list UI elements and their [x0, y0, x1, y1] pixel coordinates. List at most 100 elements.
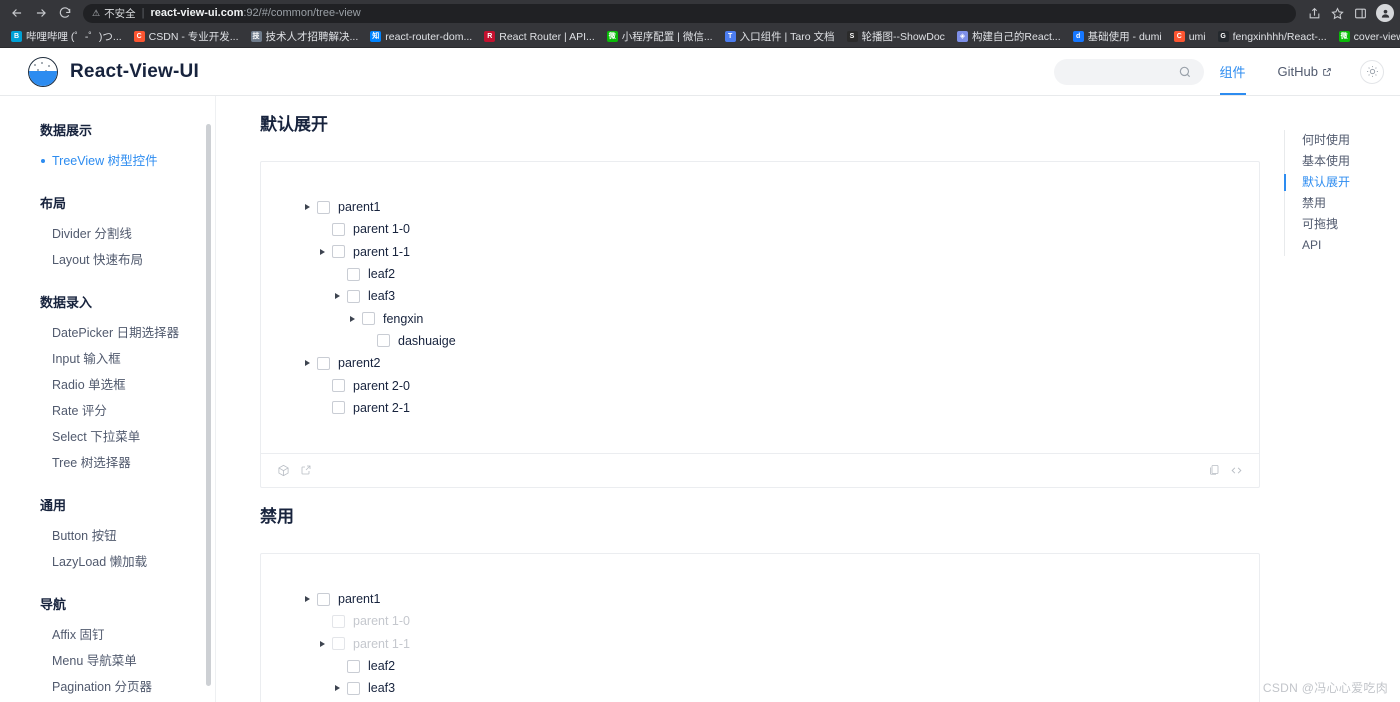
tree-node[interactable]: fengxin — [301, 307, 1259, 329]
nav-link-components[interactable]: 组件 — [1204, 48, 1262, 95]
tree-node[interactable]: parent 2-1 — [301, 397, 1259, 419]
tree-node-checkbox[interactable] — [317, 592, 330, 606]
search-icon[interactable] — [1178, 65, 1192, 79]
tree-node-checkbox[interactable] — [347, 681, 360, 695]
bookmark-item[interactable]: 技技术人才招聘解决... — [246, 28, 364, 45]
tree-node-checkbox[interactable] — [377, 334, 390, 348]
bookmark-item[interactable]: B 哔哩哔哩 (゜-゜)つ... — [6, 28, 127, 45]
bookmark-item[interactable]: S 轮播图--ShowDoc — [842, 28, 950, 45]
bookmark-item[interactable]: T 入口组件 | Taro 文档 — [720, 28, 840, 45]
codesandbox-icon[interactable] — [277, 464, 290, 477]
sun-icon — [1366, 65, 1379, 78]
sidebar-scrollbar[interactable] — [206, 124, 211, 686]
toc-item[interactable]: 禁用 — [1285, 193, 1400, 214]
sidebar-item[interactable]: Layout 快速布局 — [40, 247, 215, 273]
tree-node-checkbox[interactable] — [332, 222, 345, 236]
sidebar-group-title: 数据展示 — [40, 123, 93, 138]
tree-node-checkbox[interactable] — [317, 356, 330, 370]
toc-item[interactable]: 可拖拽 — [1285, 214, 1400, 235]
tree-node-checkbox[interactable] — [347, 267, 360, 281]
tree-node[interactable]: parent 1-0 — [301, 218, 1259, 240]
expand-arrow-icon[interactable] — [316, 640, 329, 647]
toc-item[interactable]: 默认展开 — [1284, 172, 1400, 193]
tree-node[interactable]: parent1 — [301, 196, 1259, 218]
tree-node-checkbox[interactable] — [347, 659, 360, 673]
tree-node[interactable]: leaf2 — [301, 263, 1259, 285]
theme-toggle-button[interactable] — [1360, 59, 1384, 84]
tree-node[interactable]: parent1 — [301, 588, 1259, 610]
toc-item[interactable]: API — [1285, 235, 1400, 256]
header-right-group: 组件 GitHub — [1053, 48, 1384, 95]
bookmark-item[interactable]: 知 react-router-dom... — [365, 30, 477, 44]
nav-link-github[interactable]: GitHub — [1262, 48, 1348, 95]
tree-node[interactable]: parent 1-1 — [301, 633, 1259, 655]
sidebar-item[interactable]: LazyLoad 懒加载 — [40, 549, 215, 575]
tree-node-checkbox[interactable] — [332, 401, 345, 415]
search-box[interactable] — [1053, 58, 1204, 85]
bookmark-label: 技术人才招聘解决... — [265, 31, 359, 43]
bookmark-item[interactable]: R React Router | API... — [479, 30, 600, 44]
search-input[interactable] — [1065, 64, 1178, 79]
bookmark-label: 轮播图--ShowDoc — [861, 31, 945, 43]
expand-arrow-icon[interactable] — [301, 596, 314, 603]
tree-node[interactable]: dashuaige — [301, 330, 1259, 352]
bookmark-item[interactable]: d 基础使用 - dumi — [1068, 28, 1167, 45]
sidebar-item[interactable]: Affix 固钉 — [40, 622, 215, 648]
tree-node-checkbox[interactable] — [347, 289, 360, 303]
profile-avatar-icon[interactable] — [1376, 4, 1394, 22]
sidebar-item[interactable]: TreeView 树型控件 — [40, 148, 215, 174]
tree-node-checkbox[interactable] — [362, 312, 375, 326]
sidebar-item[interactable]: Input 输入框 — [40, 346, 215, 372]
bookmark-item[interactable]: Cumi — [1169, 30, 1211, 44]
address-bar[interactable]: ⚠ 不安全 | react-view-ui.com :92/#/common/t… — [83, 3, 1296, 23]
external-link-icon[interactable] — [300, 464, 312, 476]
expand-arrow-icon[interactable] — [331, 685, 344, 692]
bookmark-item[interactable]: Gfengxinhhh/React-... — [1213, 30, 1332, 44]
share-icon[interactable] — [1303, 2, 1325, 24]
sidebar-item[interactable]: Tree 树选择器 — [40, 450, 215, 476]
sidebar-item[interactable]: Button 按钮 — [40, 523, 215, 549]
sidebar-item[interactable]: Select 下拉菜单 — [40, 424, 215, 450]
copy-icon[interactable] — [1208, 464, 1220, 476]
tree-node-checkbox[interactable] — [332, 379, 345, 393]
site-logo[interactable]: React-View-UI — [28, 56, 199, 87]
reload-icon[interactable] — [54, 2, 76, 24]
tree-view: parent1 parent 1-0 parent 1-1 leaf2 leaf3 fen… — [261, 162, 1259, 453]
expand-arrow-icon[interactable] — [346, 315, 359, 322]
code-brackets-icon[interactable] — [1230, 464, 1243, 477]
tree-node[interactable]: leaf3 — [301, 677, 1259, 699]
tree-node[interactable]: parent 2-0 — [301, 374, 1259, 396]
bookmark-item[interactable]: C CSDN - 专业开发... — [129, 28, 244, 45]
sidebar-item[interactable]: Rate 评分 — [40, 398, 215, 424]
tree-node-checkbox[interactable] — [332, 245, 345, 259]
bookmark-item[interactable]: ◈ 构建自己的React... — [952, 28, 1066, 45]
bookmark-label: 构建自己的React... — [971, 31, 1061, 43]
section-title: 禁用 — [260, 506, 294, 526]
sidebar-item[interactable]: Radio 单选框 — [40, 372, 215, 398]
tree-node[interactable]: parent 1-0 — [301, 610, 1259, 632]
sidebar-item[interactable]: Divider 分割线 — [40, 221, 215, 247]
tree-node-checkbox[interactable] — [317, 200, 330, 214]
sidebar-group-title: 布局 — [40, 196, 67, 211]
sidebar-item[interactable]: Menu 导航菜单 — [40, 648, 215, 674]
bookmark-item[interactable]: 微小程序配置 | 微信... — [602, 28, 718, 45]
expand-arrow-icon[interactable] — [301, 360, 314, 367]
side-panel-icon[interactable] — [1349, 2, 1371, 24]
sidebar-group-title: 数据录入 — [40, 295, 93, 310]
forward-arrow-icon[interactable] — [30, 2, 52, 24]
expand-arrow-icon[interactable] — [331, 293, 344, 300]
toc-item[interactable]: 基本使用 — [1285, 151, 1400, 172]
tree-node[interactable]: leaf3 — [301, 285, 1259, 307]
tree-node[interactable]: parent2 — [301, 352, 1259, 374]
star-icon[interactable] — [1326, 2, 1348, 24]
bookmark-item[interactable]: 微cover-view | 微信... — [1334, 28, 1400, 45]
sidebar-item[interactable]: DatePicker 日期选择器 — [40, 320, 215, 346]
tree-node[interactable]: parent 1-1 — [301, 241, 1259, 263]
expand-arrow-icon[interactable] — [301, 204, 314, 211]
back-arrow-icon[interactable] — [6, 2, 28, 24]
toc-item[interactable]: 何时使用 — [1285, 130, 1400, 151]
tree-node[interactable]: leaf2 — [301, 655, 1259, 677]
favicon-icon: B — [11, 31, 22, 42]
sidebar-item[interactable]: Pagination 分页器 — [40, 674, 215, 700]
expand-arrow-icon[interactable] — [316, 248, 329, 255]
